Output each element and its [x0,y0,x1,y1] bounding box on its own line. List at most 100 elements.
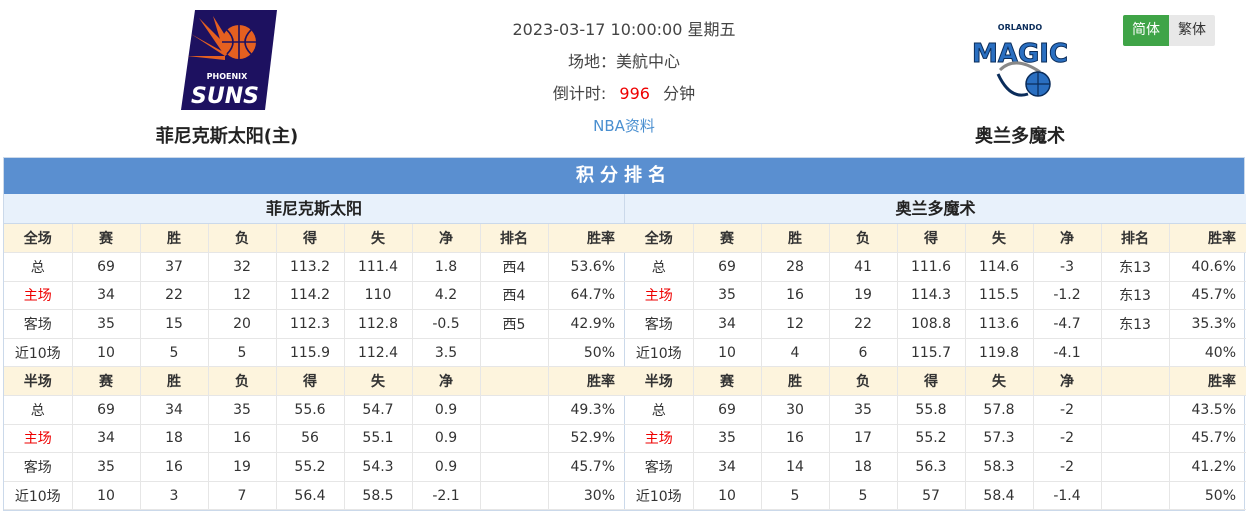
header-cell: 得 [276,224,345,254]
header-cell: 净 [1033,366,1102,397]
table-cell: 56.3 [897,452,966,482]
countdown-unit: 分钟 [663,84,696,103]
match-info: 2023-03-17 10:00:00 星期五 场地：美航中心 倒计时: 996… [424,14,824,142]
table-cell: 64.7% [548,281,625,311]
table-cell [480,395,549,425]
table-cell: 108.8 [897,309,966,339]
table-cell: 主场 [625,424,694,454]
table-cell: 112.3 [276,309,345,339]
table-cell: 近10场 [625,481,694,511]
table-cell: 西4 [480,252,549,282]
table-cell: 34 [72,281,141,311]
table-cell: 12 [208,281,277,311]
table-cell: 东13 [1101,309,1170,339]
table-cell: 28 [761,252,830,282]
table-cell: -4.1 [1033,338,1102,368]
table-cell: 主场 [4,281,73,311]
table-header-row: 全场赛胜负得失净排名 胜率 [4,224,625,254]
table-cell: 57.3 [965,424,1034,454]
table-cell: 总 [625,395,694,425]
table-cell: 34 [693,452,762,482]
table-cell [1101,452,1170,482]
table-cell: 22 [140,281,209,311]
table-cell: -2.1 [412,481,481,511]
header-cell: 全场 [4,224,73,254]
table-cell: 5 [829,481,898,511]
table-cell: 58.3 [965,452,1034,482]
away-standings: 奥兰多魔术 全场赛胜负得失净排名 胜率总 69 28 41 111.6 114.6 -3 东13… [625,194,1246,511]
table-cell: -0.5 [412,309,481,339]
table-cell: 12 [761,309,830,339]
table-cell: 45.7% [1169,281,1246,311]
nba-info-link[interactable]: NBA资料 [593,117,655,135]
table-cell: -2 [1033,452,1102,482]
table-row: 近10场 10 4 6 115.7 119.8 -4.1 40% [625,338,1246,368]
countdown: 倒计时: 996 分钟 [424,78,824,110]
table-cell: 16 [761,424,830,454]
table-row: 近10场 10 5 5 115.9 112.4 3.5 50% [4,338,625,368]
match-datetime: 2023-03-17 10:00:00 星期五 [512,20,736,39]
table-cell: 西4 [480,281,549,311]
table-cell [1101,424,1170,454]
table-cell: 22 [829,309,898,339]
match-venue: 场地：美航中心 [567,52,680,71]
table-cell: 30% [548,481,625,511]
table-cell: 总 [625,252,694,282]
table-cell: -2 [1033,395,1102,425]
table-cell: 15 [140,309,209,339]
table-cell: 17 [829,424,898,454]
table-cell: 52.9% [548,424,625,454]
table-cell: 34 [140,395,209,425]
table-cell: 49.3% [548,395,625,425]
simplified-button[interactable]: 简体 [1123,15,1169,46]
table-cell: 58.5 [344,481,413,511]
header-cell: 得 [897,224,966,254]
table-cell: 5 [140,338,209,368]
table-cell: 35 [693,281,762,311]
table-cell: 69 [72,252,141,282]
header-cell: 胜 [140,366,209,397]
header-cell: 赛 [693,366,762,397]
away-standings-title: 奥兰多魔术 [625,194,1246,224]
table-row: 近10场 10 5 5 57 58.4 -1.4 50% [625,481,1246,511]
header-cell: 失 [344,366,413,397]
away-team: ORLANDO MAGIC 奥兰多魔术 [940,10,1100,148]
table-cell: 客场 [4,452,73,482]
header-cell: 排名 [480,224,549,254]
table-row: 近10场 10 3 7 56.4 58.5 -2.1 30% [4,481,625,511]
table-cell: 主场 [625,281,694,311]
table-cell: -3 [1033,252,1102,282]
table-cell: 111.6 [897,252,966,282]
table-cell: 客场 [625,452,694,482]
header-cell: 胜率 [1169,366,1246,397]
table-cell: 115.5 [965,281,1034,311]
table-cell: 115.7 [897,338,966,368]
table-cell: 110 [344,281,413,311]
table-cell: 54.3 [344,452,413,482]
table-row: 总 69 34 35 55.6 54.7 0.9 49.3% [4,395,625,425]
table-cell: 35.3% [1169,309,1246,339]
table-cell: 4 [761,338,830,368]
traditional-button[interactable]: 繁体 [1169,15,1215,46]
table-cell: 115.9 [276,338,345,368]
home-standings: 菲尼克斯太阳 全场赛胜负得失净排名 胜率总 69 37 32 113.2 111.4 1.8 西… [4,194,625,511]
header-cell: 得 [897,366,966,397]
table-cell: 54.7 [344,395,413,425]
table-cell: 32 [208,252,277,282]
table-cell: 55.2 [897,424,966,454]
table-cell: 10 [72,338,141,368]
table-row: 客场 35 15 20 112.3 112.8 -0.5 西5 42.9% [4,309,625,339]
table-cell [1101,395,1170,425]
table-cell: 20 [208,309,277,339]
header-cell: 失 [965,224,1034,254]
table-cell: 56 [276,424,345,454]
table-cell: 40% [1169,338,1246,368]
svg-text:ORLANDO: ORLANDO [998,23,1043,32]
table-cell: 近10场 [625,338,694,368]
table-cell: -1.4 [1033,481,1102,511]
table-cell [1101,481,1170,511]
header-cell: 胜率 [548,224,625,254]
table-cell: 14 [761,452,830,482]
table-cell: 41 [829,252,898,282]
header-cell: 失 [965,366,1034,397]
